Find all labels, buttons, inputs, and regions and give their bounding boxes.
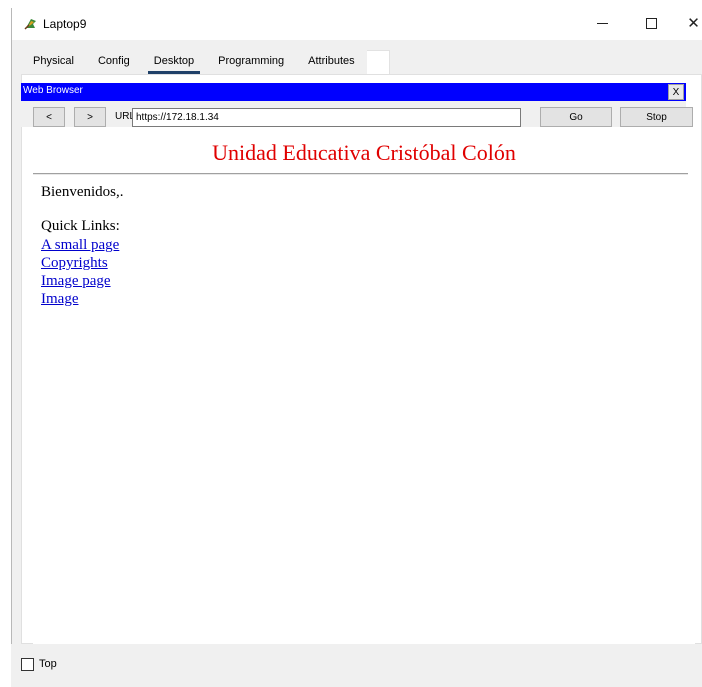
- heading-divider: [33, 173, 688, 175]
- browser-title: Web Browser: [23, 85, 83, 96]
- tab-programming[interactable]: Programming: [206, 50, 296, 74]
- tab-strip: Physical Config Desktop Programming Attr…: [21, 50, 367, 74]
- tab-label: Programming: [218, 55, 285, 67]
- back-button[interactable]: <: [33, 107, 65, 127]
- minimize-button[interactable]: [590, 12, 614, 34]
- tab-physical[interactable]: Physical: [21, 50, 86, 74]
- maximize-icon: [645, 17, 657, 29]
- maximize-button[interactable]: [639, 12, 663, 34]
- desktop-edge: [0, 0, 11, 687]
- browser-titlebar: Web Browser X: [21, 83, 686, 101]
- go-label: Go: [569, 111, 583, 123]
- tab-desktop[interactable]: Desktop: [142, 50, 206, 74]
- tab-attributes[interactable]: Attributes: [296, 50, 366, 74]
- link-copyrights[interactable]: Copyrights: [41, 254, 119, 272]
- page-heading: Unidad Educativa Cristóbal Colón: [212, 140, 516, 165]
- forward-label: >: [87, 111, 93, 123]
- stop-button[interactable]: Stop: [620, 107, 693, 127]
- bottom-bar: Top: [11, 644, 702, 687]
- stop-label: Stop: [646, 111, 667, 123]
- link-image[interactable]: Image: [41, 290, 119, 308]
- tab-label: Desktop: [153, 55, 195, 67]
- url-input[interactable]: [132, 108, 521, 127]
- link-image-page[interactable]: Image page: [41, 272, 119, 290]
- back-label: <: [46, 111, 52, 123]
- close-icon: ✕: [687, 15, 700, 32]
- browser-navbar: < > URL Go Stop: [21, 101, 693, 127]
- browser-close-label: X: [672, 86, 680, 98]
- close-button[interactable]: ✕: [684, 12, 702, 34]
- webpage-viewport[interactable]: Unidad Educativa Cristóbal Colón Bienven…: [33, 128, 695, 644]
- top-checkbox-label: Top: [39, 658, 57, 670]
- quick-links-list: A small page Copyrights Image page Image: [41, 236, 119, 308]
- forward-button[interactable]: >: [74, 107, 106, 127]
- tab-config[interactable]: Config: [86, 50, 142, 74]
- window-title: Laptop9: [43, 17, 87, 31]
- link-small-page[interactable]: A small page: [41, 236, 119, 254]
- window-titlebar[interactable]: Laptop9 ✕: [12, 8, 702, 40]
- tab-label: Config: [97, 55, 130, 67]
- tab-label: Attributes: [308, 55, 355, 67]
- quick-links-title: Quick Links:: [41, 218, 120, 234]
- laptop-app-icon: [24, 19, 36, 30]
- greeting-text: Bienvenidos,.: [41, 184, 124, 200]
- minimize-icon: [596, 22, 608, 24]
- go-button[interactable]: Go: [540, 107, 612, 127]
- top-checkbox[interactable]: [21, 658, 34, 671]
- browser-close-button[interactable]: X: [668, 84, 684, 100]
- tab-label: Physical: [33, 55, 74, 67]
